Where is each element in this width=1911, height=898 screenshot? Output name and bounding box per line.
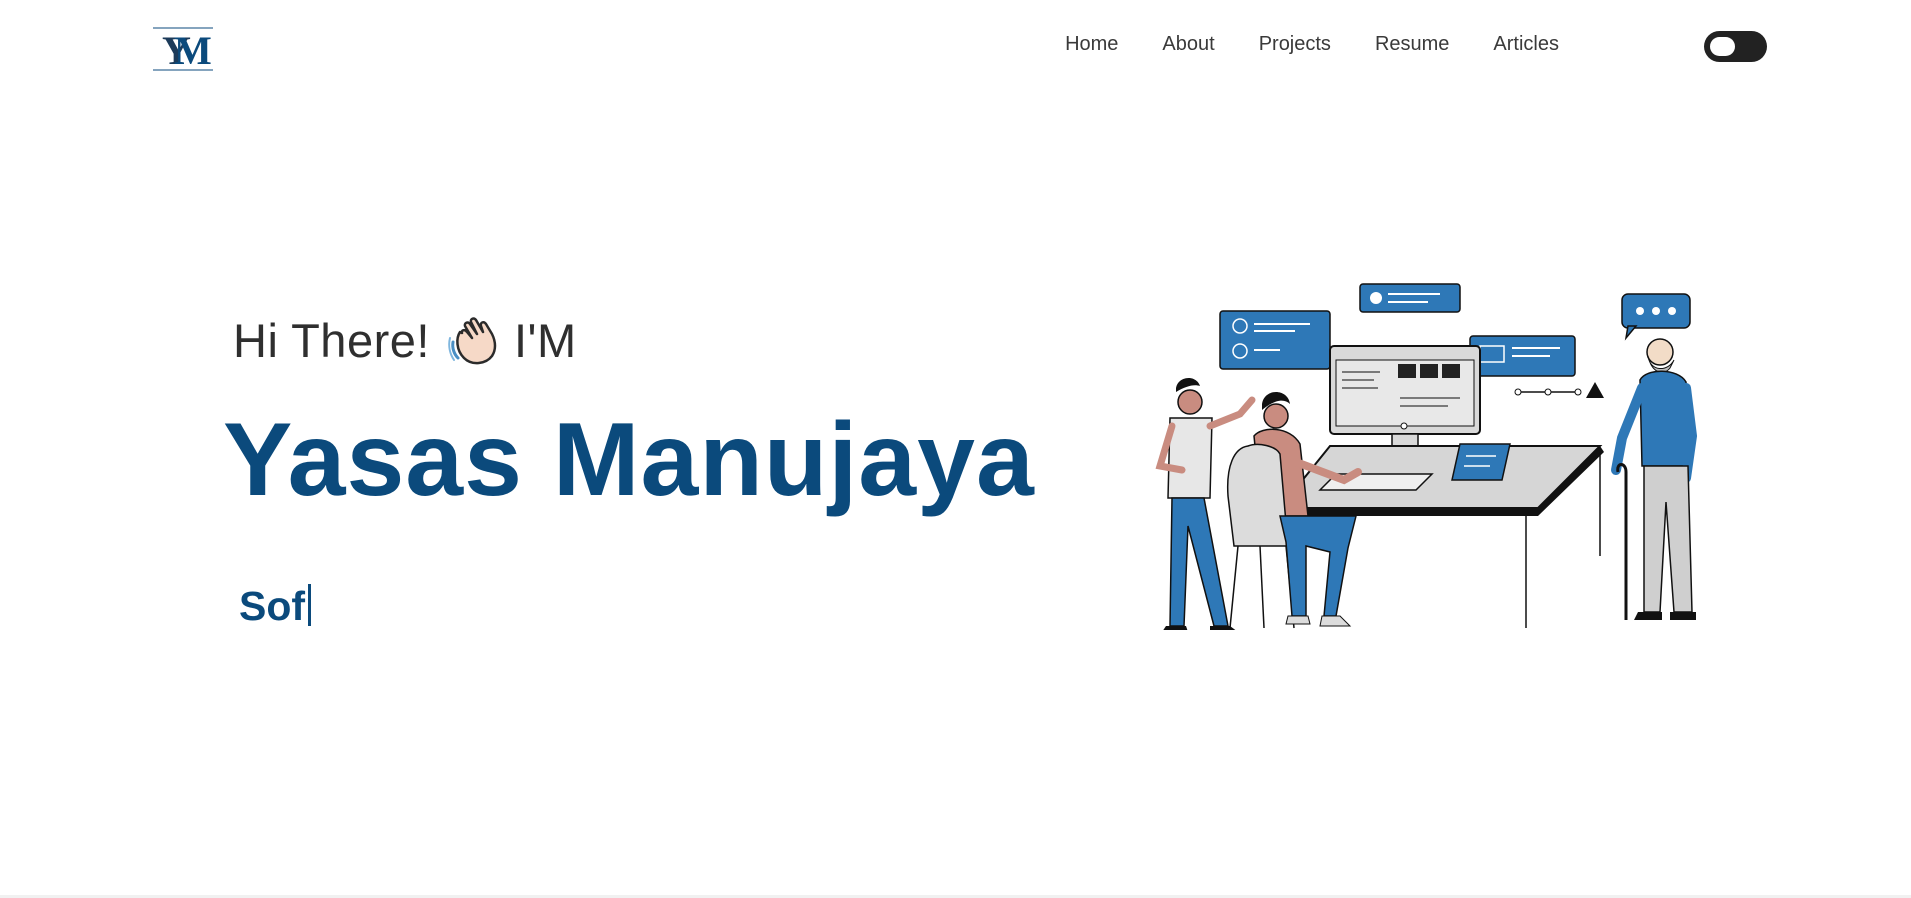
hero-greeting: Hi There! I'M xyxy=(233,312,577,368)
navbar: Y M Home About Projects Resume Articles xyxy=(0,0,1911,92)
typed-text: Sof xyxy=(239,583,306,629)
nav-resume[interactable]: Resume xyxy=(1353,32,1471,56)
typewriter-role: Sof xyxy=(239,582,312,630)
developers-illustration-icon xyxy=(1155,283,1698,630)
hero-name: Yasas Manujaya xyxy=(223,402,1035,518)
nav-projects[interactable]: Projects xyxy=(1237,32,1353,56)
svg-text:M: M xyxy=(174,28,212,72)
nav-links: Home About Projects Resume Articles xyxy=(1043,32,1559,56)
toggle-knob xyxy=(1710,37,1735,56)
nav-home[interactable]: Home xyxy=(1043,32,1140,56)
nav-articles[interactable]: Articles xyxy=(1471,32,1559,56)
greeting-prefix: Hi There! xyxy=(233,313,430,367)
theme-toggle-switch[interactable] xyxy=(1704,31,1767,62)
nav-about[interactable]: About xyxy=(1140,32,1236,56)
waving-hand-icon xyxy=(448,317,497,365)
page: Y M Home About Projects Resume Articles … xyxy=(0,0,1911,898)
greeting-suffix: I'M xyxy=(513,313,577,367)
typing-cursor xyxy=(308,584,312,626)
ym-logo-icon[interactable]: Y M xyxy=(152,26,214,72)
